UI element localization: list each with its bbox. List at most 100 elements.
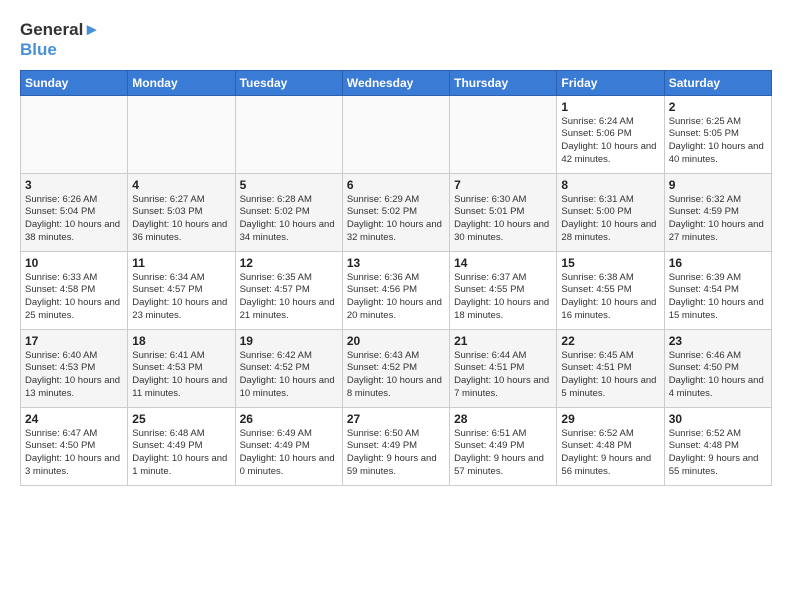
day-info: Sunrise: 6:38 AM Sunset: 4:55 PM Dayligh… — [561, 272, 659, 323]
calendar-cell: 5 Sunrise: 6:28 AM Sunset: 5:02 PM Daylig… — [235, 173, 342, 251]
day-number: 5 — [240, 178, 338, 192]
day-info: Sunrise: 6:45 AM Sunset: 4:51 PM Dayligh… — [561, 350, 659, 401]
day-info: Sunrise: 6:49 AM Sunset: 4:49 PM Dayligh… — [240, 428, 338, 479]
day-info: Sunrise: 6:41 AM Sunset: 4:53 PM Dayligh… — [132, 350, 230, 401]
page: General►Blue SundayMondayTuesdayWednesda… — [0, 0, 792, 496]
day-number: 9 — [669, 178, 767, 192]
calendar-cell: 21Sunrise: 6:44 AM Sunset: 4:51 PM Dayli… — [450, 329, 557, 407]
logo: General►Blue — [20, 20, 100, 60]
weekday-header-thursday: Thursday — [450, 70, 557, 95]
day-info: Sunrise: 6:28 AM Sunset: 5:02 PM Dayligh… — [240, 194, 338, 245]
day-info: Sunrise: 6:33 AM Sunset: 4:58 PM Dayligh… — [25, 272, 123, 323]
day-info: Sunrise: 6:40 AM Sunset: 4:53 PM Dayligh… — [25, 350, 123, 401]
calendar-cell: 8Sunrise: 6:31 AM Sunset: 5:00 PM Daylig… — [557, 173, 664, 251]
day-info: Sunrise: 6:47 AM Sunset: 4:50 PM Dayligh… — [25, 428, 123, 479]
day-info: Sunrise: 6:36 AM Sunset: 4:56 PM Dayligh… — [347, 272, 445, 323]
day-info: Sunrise: 6:42 AM Sunset: 4:52 PM Dayligh… — [240, 350, 338, 401]
logo-text: General►Blue — [20, 20, 100, 60]
calendar-table: SundayMondayTuesdayWednesdayThursdayFrid… — [20, 70, 772, 486]
week-row-3: 17 Sunrise: 6:40 AM Sunset: 4:53 PM Dayli… — [21, 329, 772, 407]
day-number: 14 — [454, 256, 552, 270]
day-number: 13 — [347, 256, 445, 270]
day-info: Sunrise: 6:27 AM Sunset: 5:03 PM Dayligh… — [132, 194, 230, 245]
calendar-cell: 17 Sunrise: 6:40 AM Sunset: 4:53 PM Dayli… — [21, 329, 128, 407]
day-number: 25 — [132, 412, 230, 426]
day-info: Sunrise: 6:43 AM Sunset: 4:52 PM Dayligh… — [347, 350, 445, 401]
day-number: 28 — [454, 412, 552, 426]
day-number: 3 — [25, 178, 123, 192]
day-info: Sunrise: 6:35 AM Sunset: 4:57 PM Dayligh… — [240, 272, 338, 323]
day-number: 10 — [25, 256, 123, 270]
calendar-cell: 12Sunrise: 6:35 AM Sunset: 4:57 PM Dayli… — [235, 251, 342, 329]
calendar-cell: 4 Sunrise: 6:27 AM Sunset: 5:03 PM Daylig… — [128, 173, 235, 251]
calendar-cell — [450, 95, 557, 173]
calendar-cell: 13 Sunrise: 6:36 AM Sunset: 4:56 PM Dayli… — [342, 251, 449, 329]
calendar-cell: 7 Sunrise: 6:30 AM Sunset: 5:01 PM Daylig… — [450, 173, 557, 251]
calendar-cell: 28 Sunrise: 6:51 AM Sunset: 4:49 PM Dayli… — [450, 407, 557, 485]
weekday-header-sunday: Sunday — [21, 70, 128, 95]
day-info: Sunrise: 6:34 AM Sunset: 4:57 PM Dayligh… — [132, 272, 230, 323]
calendar-cell: 27Sunrise: 6:50 AM Sunset: 4:49 PM Dayli… — [342, 407, 449, 485]
calendar-cell: 11 Sunrise: 6:34 AM Sunset: 4:57 PM Dayli… — [128, 251, 235, 329]
day-number: 30 — [669, 412, 767, 426]
day-info: Sunrise: 6:44 AM Sunset: 4:51 PM Dayligh… — [454, 350, 552, 401]
weekday-header-saturday: Saturday — [664, 70, 771, 95]
calendar-cell — [21, 95, 128, 173]
day-number: 18 — [132, 334, 230, 348]
day-number: 6 — [347, 178, 445, 192]
day-info: Sunrise: 6:32 AM Sunset: 4:59 PM Dayligh… — [669, 194, 767, 245]
calendar-cell: 1 Sunrise: 6:24 AM Sunset: 5:06 PM Daylig… — [557, 95, 664, 173]
day-number: 20 — [347, 334, 445, 348]
calendar-cell — [342, 95, 449, 173]
day-number: 19 — [240, 334, 338, 348]
day-info: Sunrise: 6:29 AM Sunset: 5:02 PM Dayligh… — [347, 194, 445, 245]
day-number: 27 — [347, 412, 445, 426]
calendar-cell: 9 Sunrise: 6:32 AM Sunset: 4:59 PM Daylig… — [664, 173, 771, 251]
day-number: 15 — [561, 256, 659, 270]
weekday-header-wednesday: Wednesday — [342, 70, 449, 95]
calendar-cell: 6 Sunrise: 6:29 AM Sunset: 5:02 PM Daylig… — [342, 173, 449, 251]
day-number: 22 — [561, 334, 659, 348]
day-info: Sunrise: 6:31 AM Sunset: 5:00 PM Dayligh… — [561, 194, 659, 245]
week-row-2: 10 Sunrise: 6:33 AM Sunset: 4:58 PM Dayli… — [21, 251, 772, 329]
day-number: 23 — [669, 334, 767, 348]
calendar-cell — [235, 95, 342, 173]
calendar-cell: 24Sunrise: 6:47 AM Sunset: 4:50 PM Dayli… — [21, 407, 128, 485]
weekday-header-friday: Friday — [557, 70, 664, 95]
day-info: Sunrise: 6:51 AM Sunset: 4:49 PM Dayligh… — [454, 428, 552, 479]
calendar-cell — [128, 95, 235, 173]
day-info: Sunrise: 6:24 AM Sunset: 5:06 PM Dayligh… — [561, 116, 659, 167]
day-number: 4 — [132, 178, 230, 192]
calendar-cell: 19 Sunrise: 6:42 AM Sunset: 4:52 PM Dayli… — [235, 329, 342, 407]
week-row-1: 3Sunrise: 6:26 AM Sunset: 5:04 PM Daylig… — [21, 173, 772, 251]
day-info: Sunrise: 6:52 AM Sunset: 4:48 PM Dayligh… — [561, 428, 659, 479]
day-number: 7 — [454, 178, 552, 192]
calendar-cell: 26 Sunrise: 6:49 AM Sunset: 4:49 PM Dayli… — [235, 407, 342, 485]
day-info: Sunrise: 6:30 AM Sunset: 5:01 PM Dayligh… — [454, 194, 552, 245]
calendar-cell: 18 Sunrise: 6:41 AM Sunset: 4:53 PM Dayli… — [128, 329, 235, 407]
header: General►Blue — [20, 20, 772, 60]
calendar-cell: 14 Sunrise: 6:37 AM Sunset: 4:55 PM Dayli… — [450, 251, 557, 329]
day-info: Sunrise: 6:37 AM Sunset: 4:55 PM Dayligh… — [454, 272, 552, 323]
calendar-cell: 23 Sunrise: 6:46 AM Sunset: 4:50 PM Dayli… — [664, 329, 771, 407]
calendar-cell: 25Sunrise: 6:48 AM Sunset: 4:49 PM Dayli… — [128, 407, 235, 485]
day-number: 26 — [240, 412, 338, 426]
calendar-cell: 30 Sunrise: 6:52 AM Sunset: 4:48 PM Dayli… — [664, 407, 771, 485]
calendar-cell: 22 Sunrise: 6:45 AM Sunset: 4:51 PM Dayli… — [557, 329, 664, 407]
day-number: 29 — [561, 412, 659, 426]
weekday-header-monday: Monday — [128, 70, 235, 95]
day-number: 17 — [25, 334, 123, 348]
calendar-cell: 20 Sunrise: 6:43 AM Sunset: 4:52 PM Dayli… — [342, 329, 449, 407]
day-info: Sunrise: 6:25 AM Sunset: 5:05 PM Dayligh… — [669, 116, 767, 167]
day-info: Sunrise: 6:46 AM Sunset: 4:50 PM Dayligh… — [669, 350, 767, 401]
week-row-0: 1 Sunrise: 6:24 AM Sunset: 5:06 PM Daylig… — [21, 95, 772, 173]
calendar-cell: 16 Sunrise: 6:39 AM Sunset: 4:54 PM Dayli… — [664, 251, 771, 329]
calendar-cell: 29 Sunrise: 6:52 AM Sunset: 4:48 PM Dayli… — [557, 407, 664, 485]
day-number: 1 — [561, 100, 659, 114]
weekday-header-row: SundayMondayTuesdayWednesdayThursdayFrid… — [21, 70, 772, 95]
calendar-cell: 3Sunrise: 6:26 AM Sunset: 5:04 PM Daylig… — [21, 173, 128, 251]
day-number: 11 — [132, 256, 230, 270]
day-info: Sunrise: 6:52 AM Sunset: 4:48 PM Dayligh… — [669, 428, 767, 479]
day-number: 16 — [669, 256, 767, 270]
day-info: Sunrise: 6:39 AM Sunset: 4:54 PM Dayligh… — [669, 272, 767, 323]
